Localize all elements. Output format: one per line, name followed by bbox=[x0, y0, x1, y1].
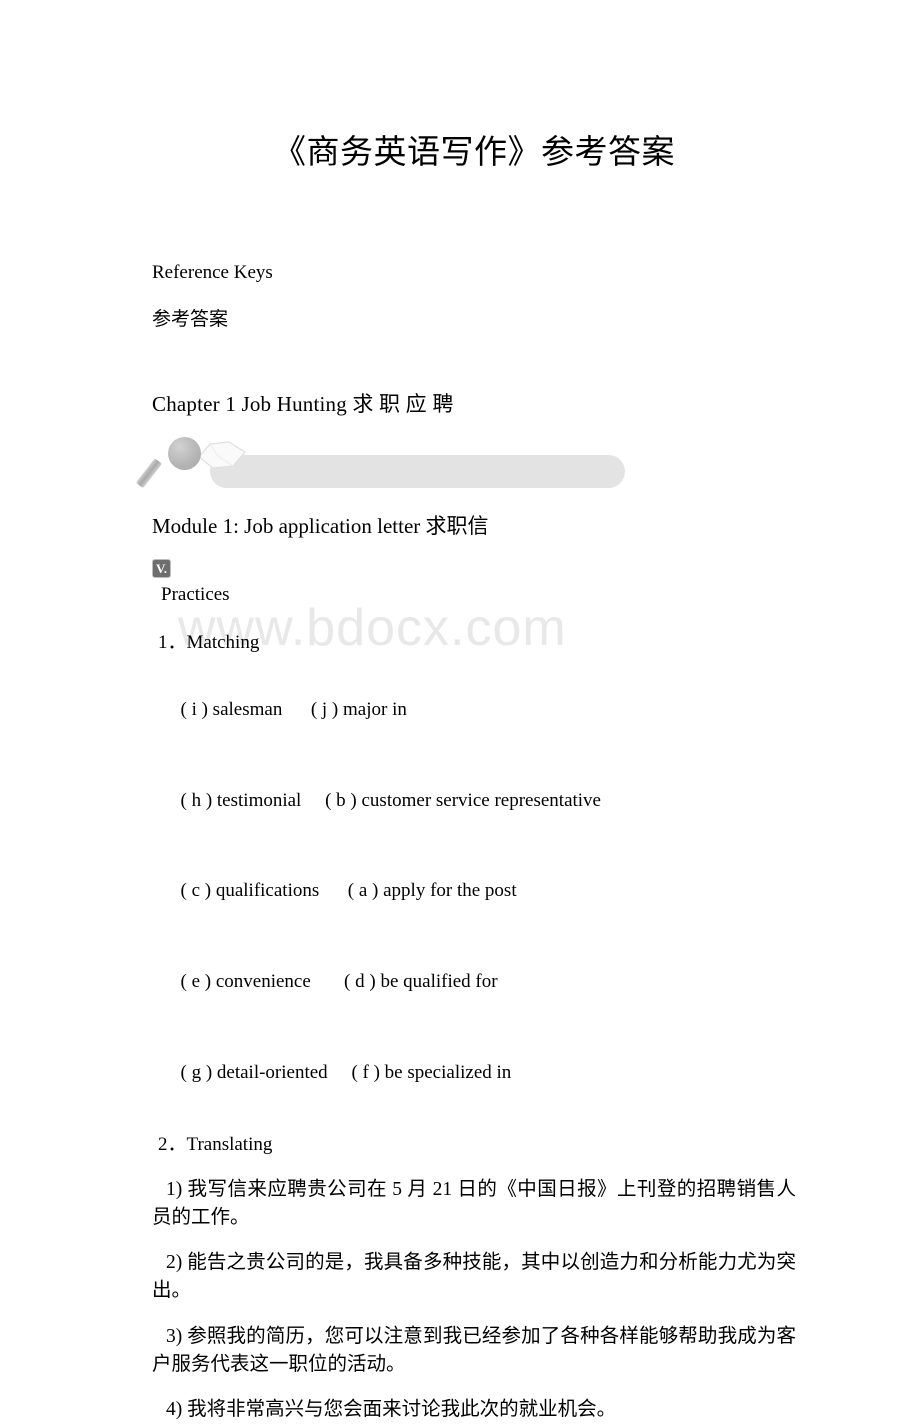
match-right: ( f ) be specialized in bbox=[351, 1062, 512, 1084]
match-gap bbox=[328, 1062, 352, 1083]
chapter-banner-graphic bbox=[135, 433, 796, 495]
table-row: ( e ) convenience ( d ) be qualified for bbox=[152, 930, 796, 1021]
magnifier-handle-icon bbox=[135, 457, 163, 488]
match-right: ( j ) major in bbox=[310, 698, 407, 720]
match-left: ( h ) testimonial bbox=[180, 789, 302, 811]
list-item: 3) 参照我的简历，您可以注意到我已经参加了各种各样能够帮助我成为客户服务代表这… bbox=[152, 1325, 796, 1375]
list-item: 1) 我写信来应聘贵公司在 5 月 21 日的《中国日报》上刊登的招聘销售人员的… bbox=[152, 1178, 796, 1228]
matching-heading: 1．Matching bbox=[158, 632, 260, 653]
list-item: 4) 我将非常高兴与您会面来讨论我此次的就业机会。 bbox=[166, 1399, 617, 1421]
reference-keys-en: Reference Keys bbox=[152, 262, 273, 284]
magnifier-icon bbox=[168, 436, 201, 470]
broken-image-placeholder: V. bbox=[152, 540, 796, 579]
translating-heading: 2．Translating bbox=[158, 1133, 273, 1155]
match-left: ( c ) qualifications bbox=[180, 880, 320, 902]
match-left: ( e ) convenience bbox=[180, 971, 311, 993]
match-gap bbox=[282, 699, 311, 720]
match-gap bbox=[301, 790, 325, 811]
match-gap bbox=[311, 971, 344, 992]
match-gap bbox=[319, 880, 348, 901]
table-row: ( h ) testimonial ( b ) customer service… bbox=[152, 748, 796, 839]
table-row: ( c ) qualifications ( a ) apply for the… bbox=[152, 839, 796, 930]
list-item: 2) 能告之贵公司的是，我具备多种技能，其中以创造力和分析能力尤为突出。 bbox=[152, 1252, 796, 1302]
match-left: ( i ) salesman bbox=[180, 698, 283, 720]
match-right: ( b ) customer service representative bbox=[325, 789, 601, 811]
match-right: ( d ) be qualified for bbox=[344, 971, 498, 993]
match-left: ( g ) detail-oriented bbox=[180, 1062, 328, 1084]
module-heading: Module 1: Job application letter 求职信 bbox=[152, 513, 489, 538]
table-row: ( g ) detail-oriented ( f ) be specializ… bbox=[152, 1021, 796, 1112]
banner-bar bbox=[210, 454, 625, 488]
document-body: 《商务英语写作》参考答案 Reference Keys 参考答案 Chapter… bbox=[0, 0, 920, 1424]
chapter-heading: Chapter 1 Job Hunting 求 职 应 聘 bbox=[152, 392, 454, 417]
practices-label: Practices bbox=[161, 584, 230, 606]
document-page: www.bdocx.com 《商务英语写作》参考答案 Reference Key… bbox=[0, 0, 920, 1420]
broken-image-icon: V. bbox=[152, 559, 171, 579]
reference-keys-cn: 参考答案 bbox=[152, 308, 229, 330]
match-right: ( a ) apply for the post bbox=[347, 880, 517, 902]
page-title: 《商务英语写作》参考答案 bbox=[273, 135, 675, 171]
book-icon bbox=[198, 441, 246, 469]
table-row: ( i ) salesman ( j ) major in bbox=[152, 657, 796, 748]
